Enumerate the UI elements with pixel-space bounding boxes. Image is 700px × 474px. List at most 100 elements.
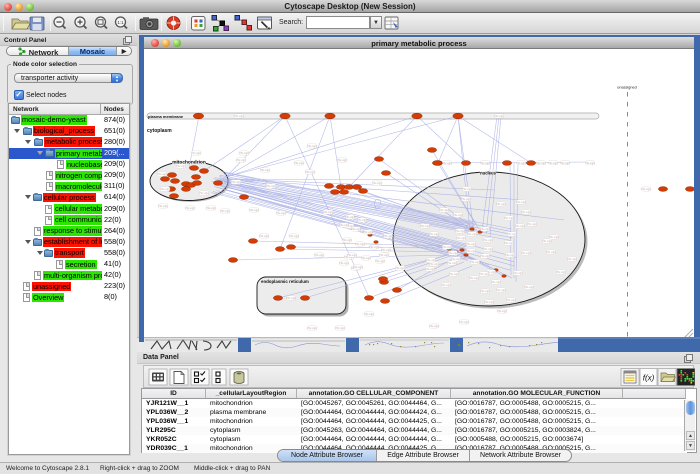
svg-text:Ybr-c(p): Ybr-c(p): [339, 261, 349, 265]
svg-text:Ybr-c(p): Ybr-c(p): [395, 266, 405, 270]
svg-text:Ybr-c(p): Ybr-c(p): [383, 234, 393, 238]
svg-text:Ybr-c(p): Ybr-c(p): [335, 326, 345, 330]
svg-text:Ybr-c(p): Ybr-c(p): [426, 258, 436, 262]
svg-text:Ybr-c(p): Ybr-c(p): [289, 234, 299, 238]
svg-text:Ybr-c(p): Ybr-c(p): [462, 187, 472, 191]
svg-text:Ybr-c(p): Ybr-c(p): [536, 161, 546, 165]
svg-text:Ybr-c(p): Ybr-c(p): [507, 232, 517, 236]
svg-text:Ybr-c(p): Ybr-c(p): [483, 238, 493, 242]
svg-text:Ybr-c(p): Ybr-c(p): [339, 223, 349, 227]
svg-text:Ybr-c(p): Ybr-c(p): [323, 210, 333, 214]
svg-text:Ybr-c(p): Ybr-c(p): [506, 298, 516, 302]
svg-text:Ybr-c(p): Ybr-c(p): [375, 259, 385, 263]
svg-text:Ybr-c(p): Ybr-c(p): [231, 180, 241, 184]
svg-text:endoplasmic reticulum: endoplasmic reticulum: [261, 279, 309, 284]
svg-text:Ybr-c(p): Ybr-c(p): [524, 285, 534, 289]
svg-text:Ybr-c(p): Ybr-c(p): [496, 202, 506, 206]
svg-text:Ybr-c(p): Ybr-c(p): [441, 283, 451, 287]
svg-text:f(x): f(x): [643, 374, 655, 383]
svg-text:Ybr-c(p): Ybr-c(p): [176, 164, 186, 168]
svg-text:Ybr-c(p): Ybr-c(p): [470, 260, 480, 264]
svg-text:Ybr-c(p): Ybr-c(p): [157, 172, 167, 176]
svg-text:Ybr-c(p): Ybr-c(p): [259, 234, 269, 238]
svg-text:Ybr-c(p): Ybr-c(p): [425, 267, 435, 271]
svg-text:Ybr-c(p): Ybr-c(p): [456, 236, 466, 240]
svg-text:Ybr-c(p): Ybr-c(p): [459, 320, 469, 324]
svg-text:Ybr-c(p): Ybr-c(p): [497, 309, 507, 313]
svg-text:Ybr-c(p): Ybr-c(p): [480, 161, 490, 165]
svg-text:Ybr-c(p): Ybr-c(p): [337, 158, 347, 162]
svg-text:Ybr-c(p): Ybr-c(p): [276, 211, 286, 215]
svg-text:Ybr-c(p): Ybr-c(p): [442, 161, 452, 165]
svg-text:Ybr-c(p): Ybr-c(p): [307, 144, 317, 148]
svg-text:Ybr-c(p): Ybr-c(p): [480, 289, 490, 293]
svg-text:Ybr-c(p): Ybr-c(p): [447, 261, 457, 265]
svg-text:Ybr-c(p): Ybr-c(p): [442, 245, 452, 249]
svg-text:Ybr-c(p): Ybr-c(p): [429, 324, 439, 328]
svg-text:Ybr-c(p): Ybr-c(p): [504, 241, 514, 245]
svg-text:Ybr-c(p): Ybr-c(p): [466, 249, 476, 253]
svg-text:Ybr-c(p): Ybr-c(p): [206, 206, 216, 210]
svg-text:Ybr-c(p): Ybr-c(p): [505, 253, 515, 257]
svg-text:Ybr-c(p): Ybr-c(p): [160, 187, 170, 191]
svg-text:Ybr-c(p): Ybr-c(p): [548, 161, 558, 165]
svg-text:Ybr-c(p): Ybr-c(p): [260, 168, 270, 172]
svg-text:Ybr-c(p): Ybr-c(p): [239, 151, 249, 155]
svg-text:Ybr-c(p): Ybr-c(p): [521, 210, 531, 214]
svg-text:Ybr-c(p): Ybr-c(p): [513, 271, 523, 275]
svg-text:Ybr-c(p): Ybr-c(p): [353, 265, 363, 269]
svg-text:Ybr-c(p): Ybr-c(p): [461, 197, 471, 201]
svg-text:Ybr-c(p): Ybr-c(p): [483, 247, 493, 251]
svg-text:Ybr-c(p): Ybr-c(p): [469, 276, 479, 280]
svg-text:Ybr-c(p): Ybr-c(p): [453, 213, 463, 217]
svg-text:plasma membrane: plasma membrane: [148, 114, 184, 119]
svg-text:Ybr-c(p): Ybr-c(p): [305, 170, 315, 174]
svg-text:Ybr-c(p): Ybr-c(p): [357, 218, 367, 222]
svg-text:Ybr-c(p): Ybr-c(p): [220, 209, 230, 213]
svg-text:Ybr-c(p): Ybr-c(p): [448, 251, 458, 255]
svg-text:Ybr-c(p): Ybr-c(p): [379, 253, 389, 257]
svg-text:unassigned: unassigned: [617, 86, 636, 90]
svg-text:Ybr-c(p): Ybr-c(p): [199, 191, 209, 195]
svg-text:Ybr-c(p): Ybr-c(p): [479, 272, 489, 276]
svg-text:Ybr-c(p): Ybr-c(p): [266, 184, 276, 188]
svg-text:nucleus: nucleus: [480, 171, 496, 176]
svg-text:Ybr-c(p): Ybr-c(p): [527, 222, 537, 226]
svg-text:Ybr-c(p): Ybr-c(p): [429, 262, 439, 266]
svg-text:Ybr-c(p): Ybr-c(p): [236, 158, 246, 162]
svg-text:Ybr-c(p): Ybr-c(p): [364, 312, 374, 316]
svg-text:Ybr-c(p): Ybr-c(p): [381, 248, 391, 252]
svg-text:Ybr-c(p): Ybr-c(p): [307, 326, 317, 330]
svg-text:Ybr-c(p): Ybr-c(p): [369, 245, 379, 249]
svg-text:Ybr-c(p): Ybr-c(p): [496, 288, 506, 292]
svg-text:Ybr-c(p): Ybr-c(p): [484, 300, 494, 304]
svg-text:Ybr-c(p): Ybr-c(p): [455, 229, 465, 233]
svg-text:Ybr-c(p): Ybr-c(p): [286, 296, 296, 300]
svg-text:Ybr-c(p): Ybr-c(p): [355, 242, 365, 246]
svg-text:Ybr-c(p): Ybr-c(p): [585, 161, 595, 165]
svg-text:Ybr-c(p): Ybr-c(p): [351, 227, 361, 231]
svg-text:Ybr-c(p): Ybr-c(p): [516, 161, 526, 165]
svg-text:Ybr-c(p): Ybr-c(p): [342, 238, 352, 242]
svg-text:Ybr-c(p): Ybr-c(p): [345, 215, 355, 219]
svg-text:Ybr-c(p): Ybr-c(p): [480, 227, 490, 231]
svg-text:Ybr-c(p): Ybr-c(p): [515, 224, 525, 228]
svg-text:Ybr-c(p): Ybr-c(p): [516, 200, 526, 204]
svg-text:Ybr-c(p): Ybr-c(p): [491, 280, 501, 284]
svg-text:Ybr-c(p): Ybr-c(p): [361, 256, 371, 260]
svg-text:Ybr-c(p): Ybr-c(p): [347, 253, 357, 257]
svg-text:Ybr-c(p): Ybr-c(p): [480, 254, 490, 258]
svg-text:Ybr-c(p): Ybr-c(p): [294, 161, 304, 165]
svg-text:Ybr-c(p): Ybr-c(p): [542, 239, 552, 243]
svg-text:Ybr-c(p): Ybr-c(p): [466, 242, 476, 246]
svg-text:cytoplasm: cytoplasm: [147, 128, 172, 134]
svg-text:Ybr-c(p): Ybr-c(p): [546, 250, 556, 254]
svg-text:Ybr-c(p): Ybr-c(p): [560, 161, 570, 165]
svg-text:Ybr-c(p): Ybr-c(p): [429, 232, 439, 236]
svg-text:Ybr-c(p): Ybr-c(p): [185, 206, 195, 210]
svg-text:Ybr-c(p): Ybr-c(p): [449, 272, 459, 276]
svg-text:Ybr-c(p): Ybr-c(p): [363, 230, 373, 234]
svg-text:1:1: 1:1: [117, 20, 124, 25]
svg-text:Ybr-c(p): Ybr-c(p): [191, 151, 201, 155]
svg-text:Ybr-c(p): Ybr-c(p): [372, 181, 382, 185]
